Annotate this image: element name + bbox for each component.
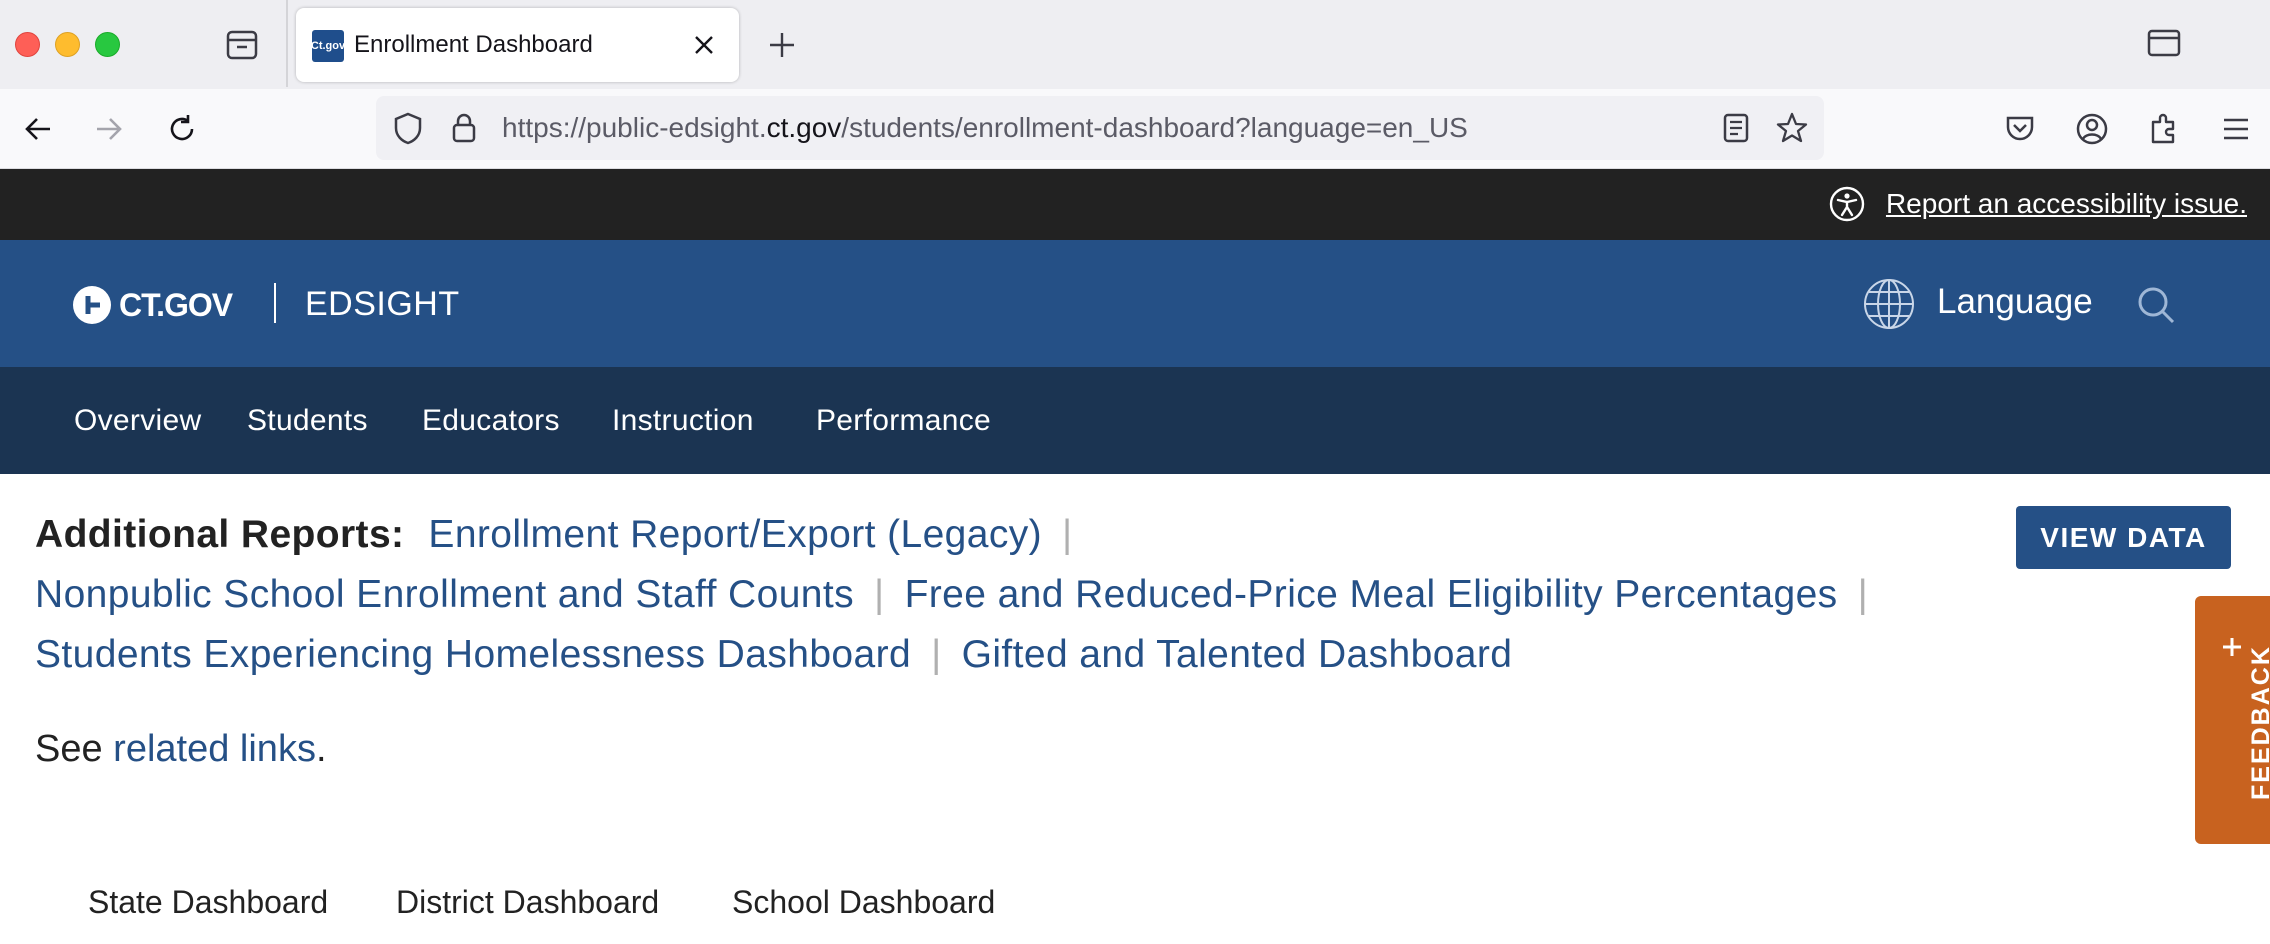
accessibility-icon — [1828, 185, 1866, 223]
browser-titlebar: Ct.gov Enrollment Dashboard — [0, 0, 2270, 89]
nav-item-overview[interactable]: Overview — [74, 401, 201, 441]
reader-view-icon[interactable] — [1718, 110, 1754, 146]
tab-title: Enrollment Dashboard — [354, 31, 593, 58]
logo-separator — [274, 283, 276, 323]
main-nav: Overview Students Educators Instruction … — [0, 367, 2270, 474]
nav-item-educators[interactable]: Educators — [422, 401, 560, 441]
see-suffix: . — [315, 728, 327, 770]
tab-state-dashboard[interactable]: State Dashboard — [88, 880, 328, 924]
report-separator: | — [931, 633, 942, 676]
shield-icon[interactable] — [390, 110, 426, 146]
report-link-nonpublic-enrollment[interactable]: Nonpublic School Enrollment and Staff Co… — [35, 573, 854, 616]
report-separator: | — [1857, 573, 1869, 616]
app-menu-icon[interactable] — [2218, 111, 2254, 147]
reload-icon[interactable] — [164, 111, 200, 147]
window-menu-icon[interactable] — [2147, 28, 2181, 58]
search-icon[interactable] — [2135, 284, 2177, 326]
nav-item-students[interactable]: Students — [247, 401, 368, 441]
tab-district-dashboard[interactable]: District Dashboard — [396, 880, 659, 924]
report-link-enrollment-export[interactable]: Enrollment Report/Export (Legacy) — [428, 513, 1042, 556]
browser-tab-active[interactable]: Ct.gov Enrollment Dashboard — [296, 8, 739, 82]
window-minimize-button[interactable] — [55, 32, 80, 57]
url-text[interactable]: https://public-edsight.ct.gov/students/e… — [502, 111, 1468, 145]
nav-item-instruction[interactable]: Instruction — [612, 401, 754, 441]
accessibility-bar: Report an accessibility issue. — [0, 169, 2270, 240]
window-zoom-button[interactable] — [95, 32, 120, 57]
extensions-icon[interactable] — [2146, 111, 2182, 147]
related-links-link[interactable]: related links — [113, 728, 316, 770]
view-data-button[interactable]: VIEW DATA — [2016, 506, 2231, 569]
tab-school-dashboard[interactable]: School Dashboard — [732, 880, 995, 924]
back-icon[interactable] — [20, 111, 56, 147]
favicon-icon: Ct.gov — [311, 30, 345, 62]
new-tab-icon[interactable] — [762, 25, 802, 65]
nav-item-performance[interactable]: Performance — [816, 401, 991, 441]
feedback-label: FEEDBACK — [2247, 645, 2270, 800]
plus-icon — [2223, 638, 2241, 656]
browser-navbar: https://public-edsight.ct.gov/students/e… — [0, 89, 2270, 169]
see-prefix: See — [35, 728, 114, 770]
bookmark-star-icon[interactable] — [1774, 110, 1810, 146]
account-icon[interactable] — [2074, 111, 2110, 147]
site-header: CT.GOV EDSIGHT Language — [0, 240, 2270, 367]
additional-reports-label: Additional Reports: — [35, 513, 405, 556]
ctgov-logo-text: CT.GOV — [119, 286, 233, 323]
feedback-button[interactable]: FEEDBACK — [2195, 596, 2270, 844]
forward-icon[interactable] — [91, 111, 127, 147]
globe-icon[interactable] — [1862, 277, 1916, 331]
pocket-icon[interactable] — [2002, 111, 2038, 147]
language-selector[interactable]: Language — [1937, 279, 2093, 325]
report-separator: | — [874, 573, 885, 616]
related-links-line: See related links. — [35, 725, 327, 773]
report-accessibility-link[interactable]: Report an accessibility issue. — [1886, 186, 2247, 222]
lock-icon[interactable] — [446, 110, 482, 146]
report-link-gifted-talented[interactable]: Gifted and Talented Dashboard — [962, 633, 1513, 676]
report-link-homelessness[interactable]: Students Experiencing Homelessness Dashb… — [35, 633, 911, 676]
ctgov-logo-icon — [73, 286, 111, 324]
window-close-button[interactable] — [15, 32, 40, 57]
additional-reports: Additional Reports: Enrollment Report/Exp… — [35, 505, 1955, 685]
report-separator: | — [1062, 513, 1073, 556]
tab-overview-icon[interactable] — [222, 28, 262, 62]
toolbar-divider — [286, 0, 288, 87]
ctgov-logo[interactable]: CT.GOV — [73, 285, 233, 325]
report-link-meal-eligibility[interactable]: Free and Reduced-Price Meal Eligibility … — [905, 573, 1838, 616]
site-name[interactable]: EDSIGHT — [305, 282, 460, 326]
close-tab-icon[interactable] — [689, 30, 719, 60]
address-bar[interactable]: https://public-edsight.ct.gov/students/e… — [376, 96, 1824, 160]
